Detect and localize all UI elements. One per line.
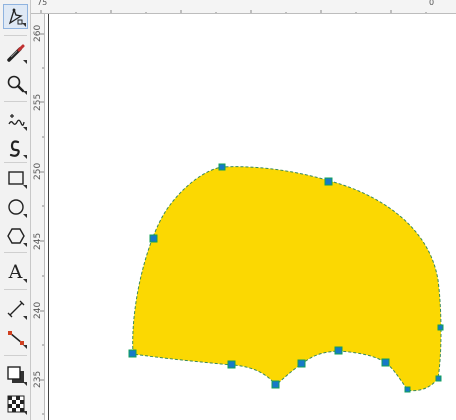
- drop-shadow-tool-button[interactable]: [3, 362, 28, 387]
- flyout-indicator-icon: [22, 23, 26, 27]
- flyout-indicator-icon: [23, 91, 27, 95]
- transparency-tool-button[interactable]: [3, 391, 28, 416]
- flyout-indicator-icon: [23, 214, 27, 218]
- ruler-label: 250: [33, 162, 43, 180]
- zoom-tool-button[interactable]: [3, 71, 28, 96]
- curve-node[interactable]: [227, 360, 236, 369]
- ruler-label: 240: [33, 301, 43, 319]
- curve-node[interactable]: [435, 375, 442, 382]
- flyout-indicator-icon: [23, 411, 27, 415]
- flyout-indicator-icon: [23, 185, 27, 189]
- curve-node[interactable]: [218, 163, 226, 171]
- connector-tool-button[interactable]: [3, 325, 28, 350]
- ruler-label: 75: [37, 0, 48, 7]
- text-tool-button[interactable]: A: [3, 259, 28, 284]
- toolbox-divider: [4, 252, 27, 253]
- horizontal-ruler-ticks: [40, 10, 427, 13]
- ellipse-tool-button[interactable]: [3, 194, 28, 219]
- toolbox: A: [0, 0, 31, 420]
- drawing-area: [128, 163, 444, 393]
- flyout-indicator-icon: [23, 155, 27, 159]
- ruler-label: 245: [33, 232, 43, 250]
- drawing-canvas[interactable]: [45, 14, 456, 420]
- toolbox-divider: [4, 289, 27, 290]
- vertical-ruler-ticks: [40, 33, 44, 415]
- toolbox-divider: [4, 162, 27, 163]
- ruler-label: 260: [33, 24, 43, 42]
- shape-tool-button[interactable]: [3, 4, 28, 29]
- flyout-indicator-icon: [23, 382, 27, 386]
- flyout-indicator-icon: [23, 345, 27, 349]
- vertical-ruler[interactable]: 260 255 250 245 240 235: [31, 14, 45, 420]
- curve-node[interactable]: [297, 359, 306, 368]
- crop-tool-button[interactable]: [3, 40, 28, 65]
- curve-node[interactable]: [437, 324, 444, 331]
- ruler-label: 235: [33, 370, 43, 388]
- curve-node[interactable]: [149, 234, 158, 243]
- horizontal-ruler[interactable]: 75 0: [31, 0, 456, 14]
- rectangle-tool-button[interactable]: [3, 165, 28, 190]
- flyout-indicator-icon: [23, 279, 27, 283]
- polygon-tool-button[interactable]: [3, 223, 28, 248]
- curve-node[interactable]: [381, 358, 390, 367]
- artistic-media-tool-button[interactable]: [3, 135, 28, 160]
- freehand-tool-button[interactable]: [3, 107, 28, 132]
- curve-node[interactable]: [324, 177, 333, 186]
- curve-node[interactable]: [404, 386, 411, 393]
- flyout-indicator-icon: [23, 60, 27, 64]
- flyout-indicator-icon: [23, 316, 27, 320]
- toolbox-divider: [4, 35, 27, 36]
- toolbox-divider: [4, 355, 27, 356]
- toolbox-divider: [4, 101, 27, 102]
- selected-curve-shape[interactable]: [132, 166, 442, 392]
- curve-node[interactable]: [334, 346, 343, 355]
- flyout-indicator-icon: [23, 243, 27, 247]
- dimension-tool-button[interactable]: [3, 296, 28, 321]
- curve-node[interactable]: [271, 380, 280, 389]
- curve-node[interactable]: [128, 349, 137, 358]
- ruler-label: 255: [33, 93, 43, 111]
- text-icon: A: [8, 260, 23, 283]
- flyout-indicator-icon: [23, 127, 27, 131]
- ruler-label: 0: [429, 0, 435, 7]
